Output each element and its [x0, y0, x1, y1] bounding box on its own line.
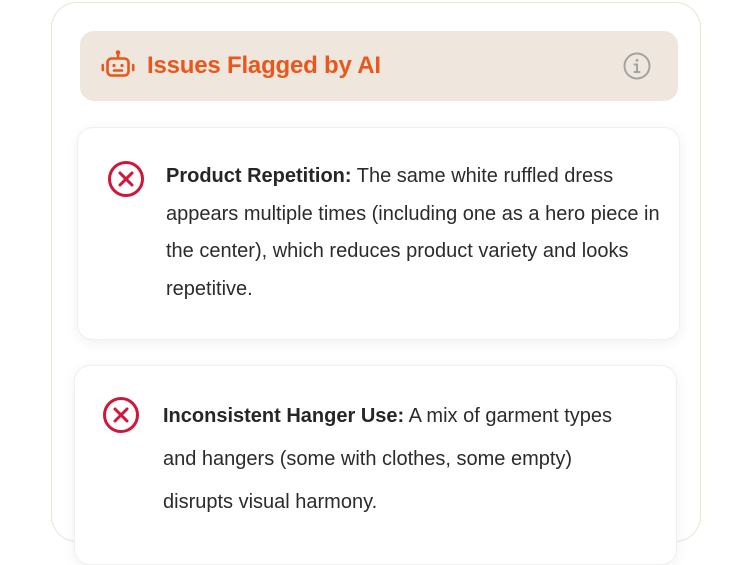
info-icon[interactable] [622, 51, 652, 81]
x-circle-icon [108, 161, 144, 197]
robot-icon [101, 50, 135, 77]
issue-title: Product Repetition: [166, 165, 352, 187]
issue-text: Inconsistent Hanger Use: A mix of garmen… [163, 395, 633, 524]
issue-card: Inconsistent Hanger Use: A mix of garmen… [74, 365, 677, 565]
x-circle-icon [103, 397, 139, 433]
issue-card: Product Repetition: The same white ruffl… [77, 127, 680, 340]
header-title: Issues Flagged by AI [147, 52, 381, 79]
issue-title: Inconsistent Hanger Use: [163, 405, 405, 427]
ai-issues-panel: Issues Flagged by AI Product Repetition:… [51, 2, 701, 565]
issue-text: Product Repetition: The same white ruffl… [166, 158, 666, 308]
issues-header: Issues Flagged by AI [80, 31, 678, 101]
